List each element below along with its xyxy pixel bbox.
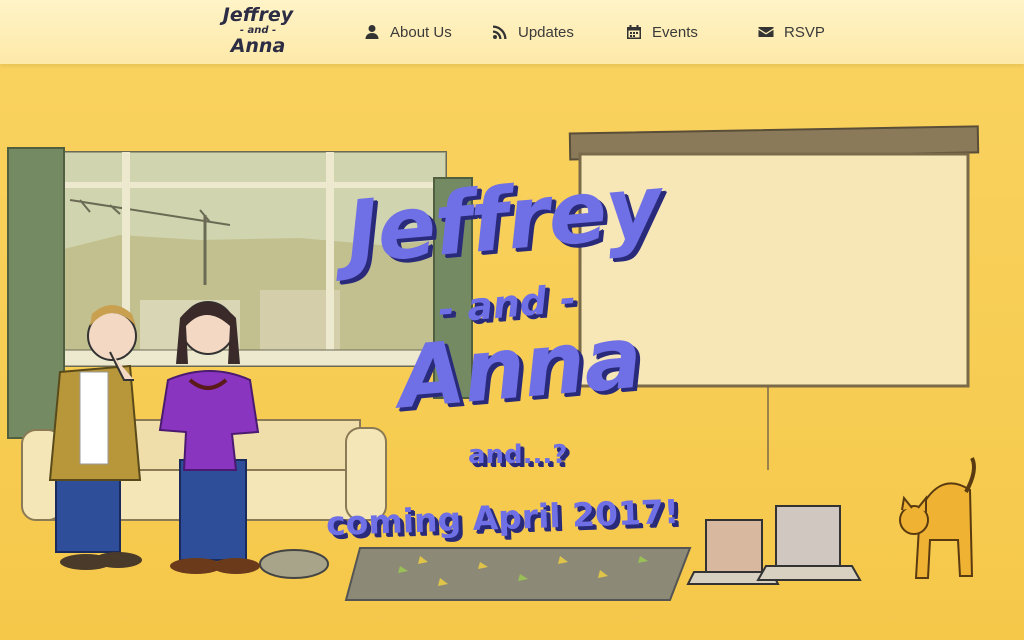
nav-about-us-label: About Us <box>390 23 452 41</box>
nav-rsvp[interactable]: RSVP <box>758 0 825 64</box>
nav-events[interactable]: Events <box>626 0 698 64</box>
top-navbar: Jeffrey - and - Anna About Us Updates Ev… <box>0 0 1024 64</box>
logo-line-jeffrey: Jeffrey <box>222 4 294 26</box>
hero-question: and...? <box>468 440 568 470</box>
calendar-icon <box>627 25 641 39</box>
rss-icon <box>493 25 507 39</box>
envelope-icon <box>758 27 774 37</box>
logo-line-anna: Anna <box>230 35 286 57</box>
hero-title-anna: Anna <box>394 307 645 429</box>
nav-about-us[interactable]: About Us <box>364 0 452 64</box>
robot-vacuum <box>259 549 329 579</box>
nav-events-label: Events <box>652 23 698 41</box>
nav-updates[interactable]: Updates <box>492 0 574 64</box>
site-logo[interactable]: Jeffrey - and - Anna <box>214 4 302 60</box>
floor-mat <box>344 547 692 601</box>
nav-updates-label: Updates <box>518 23 574 41</box>
nav-rsvp-label: RSVP <box>784 23 825 41</box>
user-icon <box>365 25 379 39</box>
